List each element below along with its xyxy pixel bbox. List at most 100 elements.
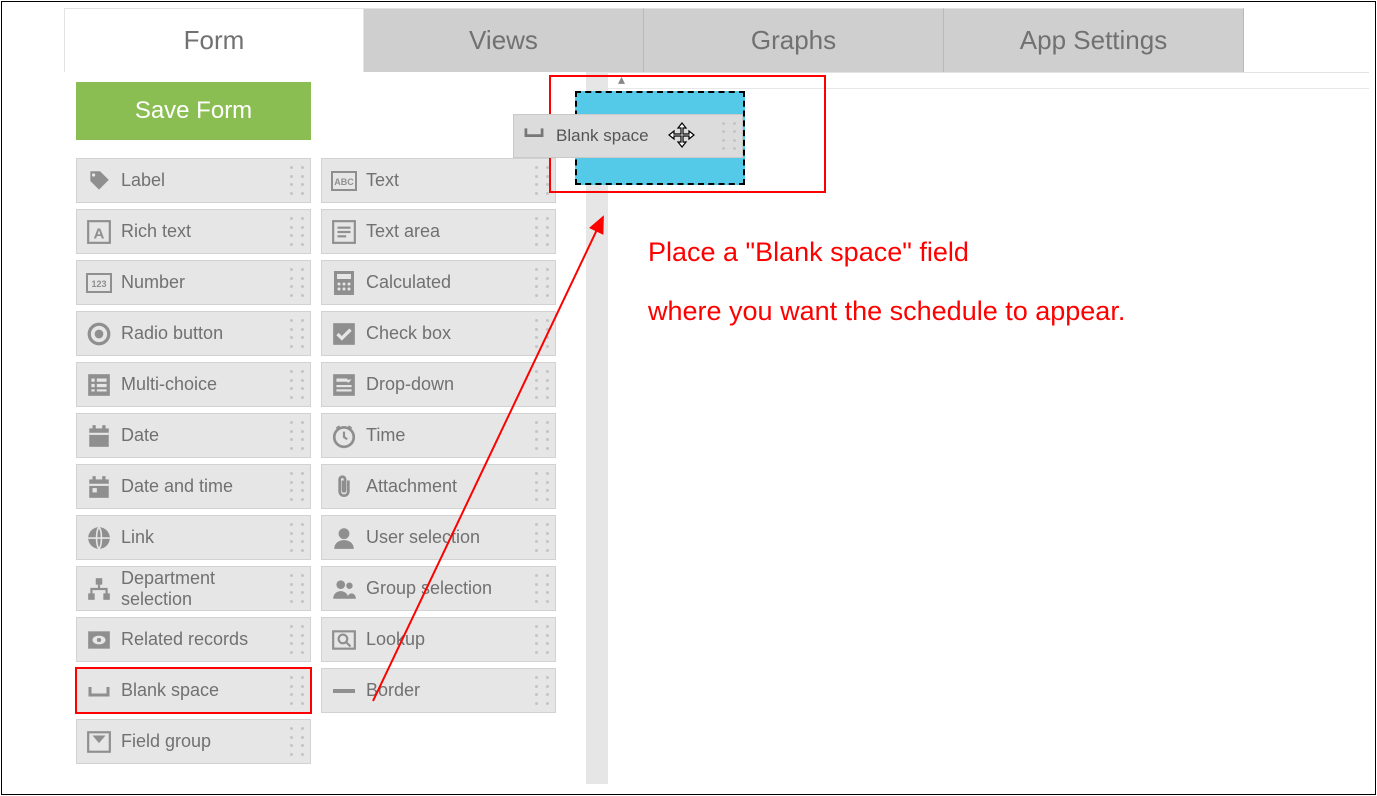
drag-handle-icon — [290, 724, 304, 759]
field-label-text: Text area — [366, 221, 440, 242]
field-time[interactable]: Time — [321, 413, 556, 458]
field-border[interactable]: Border — [321, 668, 556, 713]
field-related-records[interactable]: Related records — [76, 617, 311, 662]
tab-form[interactable]: Form — [64, 8, 364, 72]
dragging-field-blank-space[interactable]: Blank space — [513, 114, 743, 158]
field-rich-text[interactable]: A Rich text — [76, 209, 311, 254]
user-icon — [330, 524, 358, 552]
drag-handle-icon — [722, 119, 736, 153]
field-lookup[interactable]: Lookup — [321, 617, 556, 662]
drag-handle-icon — [535, 520, 549, 555]
drag-handle-icon — [290, 469, 304, 504]
drag-handle-icon — [535, 571, 549, 606]
drag-handle-icon — [535, 163, 549, 198]
field-blank-space[interactable]: Blank space — [76, 668, 311, 713]
field-text[interactable]: ABC Text — [321, 158, 556, 203]
tab-app-settings[interactable]: App Settings — [944, 8, 1244, 72]
number-icon: 123 — [85, 269, 113, 297]
blank-space-icon — [522, 123, 548, 149]
field-text-area[interactable]: Text area — [321, 209, 556, 254]
field-palette: Save Form Label ABC Text — [64, 72, 582, 784]
field-label-text: Label — [121, 170, 165, 191]
save-form-button[interactable]: Save Form — [76, 82, 311, 140]
svg-text:ABC: ABC — [334, 177, 354, 187]
drag-handle-icon — [290, 418, 304, 453]
magnifier-box-icon — [330, 626, 358, 654]
field-attachment[interactable]: Attachment — [321, 464, 556, 509]
field-radio-button[interactable]: Radio button — [76, 311, 311, 356]
field-label-text: Link — [121, 527, 154, 548]
drag-handle-icon — [535, 214, 549, 249]
field-date-and-time[interactable]: Date and time — [76, 464, 311, 509]
tab-views[interactable]: Views — [364, 8, 644, 72]
field-label-text: Lookup — [366, 629, 425, 650]
drag-handle-icon — [535, 367, 549, 402]
textarea-icon — [330, 218, 358, 246]
drag-handle-icon — [290, 214, 304, 249]
move-cursor-icon — [666, 121, 698, 153]
field-check-box[interactable]: Check box — [321, 311, 556, 356]
calendar-icon — [85, 422, 113, 450]
field-label-text: Field group — [121, 731, 211, 752]
field-label[interactable]: Label — [76, 158, 311, 203]
field-label-text: Date — [121, 425, 159, 446]
field-number[interactable]: 123 Number — [76, 260, 311, 305]
field-link[interactable]: Link — [76, 515, 311, 560]
drag-handle-icon — [535, 622, 549, 657]
drag-handle-icon — [290, 520, 304, 555]
field-calculated[interactable]: Calculated — [321, 260, 556, 305]
field-group-icon — [85, 728, 113, 756]
drag-handle-icon — [535, 418, 549, 453]
blank-space-icon — [85, 677, 113, 705]
drag-handle-icon — [290, 163, 304, 198]
dropdown-icon — [330, 371, 358, 399]
field-label-text: Attachment — [366, 476, 457, 497]
drag-handle-icon — [290, 673, 304, 708]
field-label-text: Rich text — [121, 221, 191, 242]
field-label-text: Date and time — [121, 476, 233, 497]
field-label-text: Number — [121, 272, 185, 293]
group-icon — [330, 575, 358, 603]
field-multi-choice[interactable]: Multi-choice — [76, 362, 311, 407]
tag-icon — [85, 167, 113, 195]
field-label-text: Calculated — [366, 272, 451, 293]
calculator-icon — [330, 269, 358, 297]
eye-box-icon — [85, 626, 113, 654]
field-date[interactable]: Date — [76, 413, 311, 458]
globe-icon — [85, 524, 113, 552]
svg-text:A: A — [94, 225, 105, 242]
drag-handle-icon — [290, 367, 304, 402]
field-drop-down[interactable]: Drop-down — [321, 362, 556, 407]
field-field-group[interactable]: Field group — [76, 719, 311, 764]
checkbox-icon — [330, 320, 358, 348]
field-label-text: Department selection — [121, 568, 288, 610]
annotation-text: Place a "Blank space" field where you wa… — [648, 223, 1125, 342]
annotation-highlight-box: Blank space — [549, 75, 826, 193]
tab-graphs[interactable]: Graphs — [644, 8, 944, 72]
svg-text:123: 123 — [91, 279, 106, 289]
field-label-text: Radio button — [121, 323, 223, 344]
drag-handle-icon — [290, 571, 304, 606]
drag-handle-icon — [535, 469, 549, 504]
field-label-text: Text — [366, 170, 399, 191]
drag-handle-icon — [535, 316, 549, 351]
field-department-selection[interactable]: Department selection — [76, 566, 311, 611]
field-group-selection[interactable]: Group selection — [321, 566, 556, 611]
paperclip-icon — [330, 473, 358, 501]
drag-handle-icon — [535, 265, 549, 300]
form-canvas[interactable]: ▴ Blank space — [608, 72, 1369, 784]
annotation-line1: Place a "Blank space" field — [648, 223, 1125, 282]
field-user-selection[interactable]: User selection — [321, 515, 556, 560]
calendar-icon — [85, 473, 113, 501]
annotation-line2: where you want the schedule to appear. — [648, 282, 1125, 341]
field-label-text: Check box — [366, 323, 451, 344]
tab-bar: Form Views Graphs App Settings — [64, 8, 1369, 72]
drag-handle-icon — [290, 622, 304, 657]
list-icon — [85, 371, 113, 399]
field-label-text: Multi-choice — [121, 374, 217, 395]
drag-handle-icon — [290, 316, 304, 351]
drag-handle-icon — [535, 673, 549, 708]
dragging-label: Blank space — [556, 126, 649, 146]
field-label-text: Group selection — [366, 578, 492, 599]
field-label-text: Blank space — [121, 680, 219, 701]
